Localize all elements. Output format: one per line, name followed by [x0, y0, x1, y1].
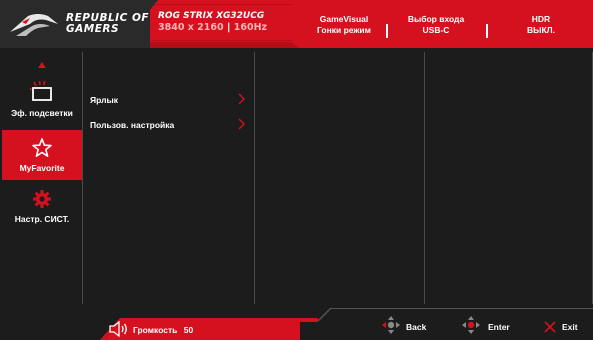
joystick-press-icon: [462, 316, 480, 334]
column-divider: [82, 52, 83, 304]
column-divider: [424, 52, 425, 304]
brand-line-2: GAMERS: [66, 23, 120, 35]
resolution: 3840 x 2160: [158, 22, 224, 33]
status-gamevisual-value: Гонки режим: [317, 25, 371, 35]
chevron-right-icon: [238, 93, 245, 105]
status-hdr: HDR ВЫКЛ.: [495, 14, 587, 36]
status-divider: [486, 24, 488, 38]
status-input-title: Выбор входа: [407, 14, 465, 24]
sidebar-menu: Эф. подсветки MyFavorite Настр. СИСТ.: [0, 52, 82, 340]
volume-indicator: Громкость 50: [133, 325, 193, 335]
sidebar-item-backlight[interactable]: Эф. подсветки: [2, 74, 82, 132]
scroll-up-icon[interactable]: [38, 62, 46, 68]
backlight-effect-icon: [30, 80, 52, 101]
sidebar-item-system-setup[interactable]: Настр. СИСТ.: [2, 186, 82, 230]
model-name: ROG STRIX XG32UCG: [158, 11, 265, 21]
brand-name: REPUBLIC OF GAMERS: [66, 13, 149, 35]
volume-label: Громкость: [133, 325, 178, 335]
status-divider: [386, 24, 388, 38]
sidebar-item-myfavorite[interactable]: MyFavorite: [2, 130, 82, 180]
sidebar-item-label: Эф. подсветки: [11, 108, 73, 118]
status-input-value: USB-C: [422, 25, 450, 35]
status-gamevisual: GameVisual Гонки режим: [300, 14, 388, 36]
joystick-left-icon: [382, 316, 400, 334]
osd-footer: Громкость 50 Back Enter Exit: [0, 304, 593, 340]
refresh-rate: 160Hz: [233, 22, 268, 33]
status-input: Выбор входа USB-C: [392, 14, 480, 36]
monitor-osd: REPUBLIC OF GAMERS ROG STRIX XG32UCG 384…: [0, 0, 593, 340]
chevron-right-icon: [238, 118, 245, 130]
gear-icon: [33, 190, 51, 208]
status-hdr-title: HDR: [531, 14, 551, 24]
column-divider: [254, 52, 255, 304]
star-icon: [32, 138, 52, 158]
sidebar-item-label: Настр. СИСТ.: [14, 214, 70, 224]
osd-header: REPUBLIC OF GAMERS ROG STRIX XG32UCG 384…: [0, 0, 593, 52]
menu-item-label: Ярлык: [90, 95, 119, 105]
model-info: ROG STRIX XG32UCG 3840 x 2160 | 160Hz: [158, 11, 267, 33]
menu-item-user-setting[interactable]: Пользов. настройка: [90, 118, 250, 130]
close-icon: [544, 321, 556, 333]
sidebar-item-label: MyFavorite: [19, 163, 65, 173]
enter-button[interactable]: Enter: [488, 322, 510, 332]
menu-item-shortcut[interactable]: Ярлык: [90, 93, 250, 105]
menu-item-label: Пользов. настройка: [90, 120, 175, 130]
volume-value: 50: [183, 325, 194, 335]
status-gamevisual-title: GameVisual: [319, 14, 369, 24]
back-button[interactable]: Back: [406, 322, 426, 332]
exit-button[interactable]: Exit: [562, 322, 578, 332]
status-hdr-value: ВЫКЛ.: [527, 25, 555, 35]
rog-eye-logo-icon: [10, 14, 58, 36]
resolution-info: 3840 x 2160 | 160Hz: [158, 22, 268, 33]
volume-icon: [109, 321, 127, 337]
